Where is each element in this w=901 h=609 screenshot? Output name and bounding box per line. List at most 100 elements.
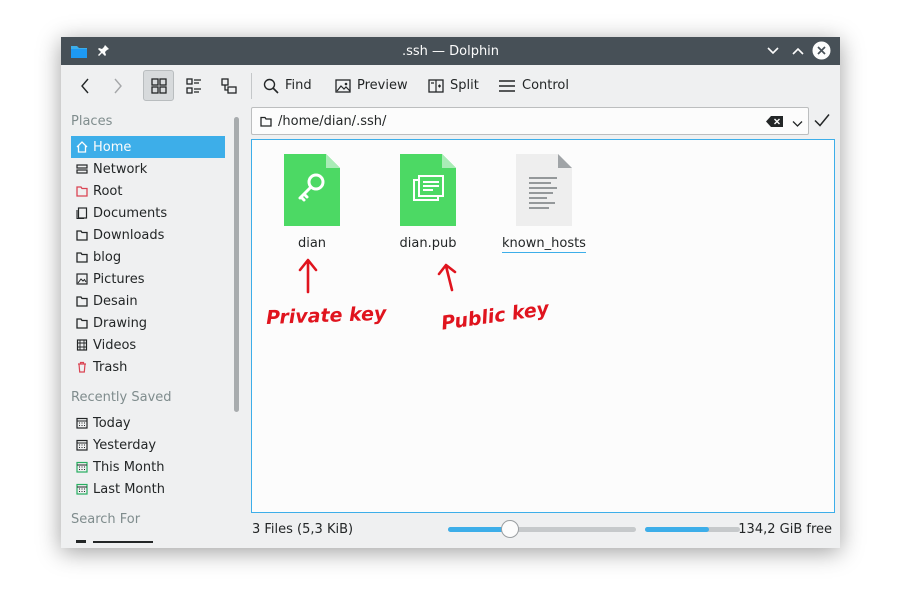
public-key-annotation: Public key (437, 263, 552, 335)
place-downloads[interactable]: Downloads (71, 224, 225, 246)
confirm-checkmark-icon[interactable] (814, 113, 830, 131)
details-view-button[interactable] (213, 70, 244, 101)
find-label: Find (285, 78, 312, 93)
control-menu-button[interactable]: Control (498, 70, 569, 101)
place-label: Home (93, 139, 132, 155)
file-item-known-hosts[interactable]: known_hosts (494, 154, 594, 253)
minimize-chevron-icon[interactable] (766, 45, 780, 61)
place-label: Pictures (93, 271, 145, 287)
place-trash[interactable]: Trash (71, 356, 225, 378)
toolbar-separator (251, 73, 252, 99)
file-name: known_hosts (502, 236, 586, 253)
split-label: Split (450, 78, 479, 93)
find-button[interactable]: Find (263, 70, 312, 101)
calendar-icon (76, 461, 88, 474)
places-header: Places (71, 114, 113, 129)
image-preview-icon (335, 78, 351, 93)
clipped-search-item (76, 539, 156, 543)
recent-today[interactable]: Today (71, 412, 225, 434)
place-label: Trash (93, 359, 128, 375)
arrow-right-icon (114, 78, 122, 93)
network-icon (76, 163, 88, 176)
hamburger-menu-icon (499, 79, 515, 92)
recently-saved-header: Recently Saved (71, 390, 172, 405)
place-videos[interactable]: Videos (71, 334, 225, 356)
location-bar[interactable]: /home/dian/.ssh/ (251, 107, 809, 135)
close-icon[interactable] (812, 41, 831, 64)
search-icon (263, 78, 279, 94)
place-pictures[interactable]: Pictures (71, 268, 225, 290)
free-space-text: 134,2 GiB free (738, 522, 832, 537)
zoom-slider[interactable] (448, 520, 636, 538)
place-label: Root (93, 183, 123, 199)
annotation-arrow-public (437, 263, 457, 292)
annotation-text-private: Private key (266, 303, 389, 329)
recent-this-month[interactable]: This Month (71, 456, 225, 478)
place-network[interactable]: Network (71, 158, 225, 180)
search-for-header: Search For (71, 512, 141, 527)
recent-last-month[interactable]: Last Month (71, 478, 225, 500)
file-item-dian-pub[interactable]: dian.pub (378, 154, 478, 251)
recent-label: Yesterday (93, 437, 157, 453)
split-button[interactable]: Split (428, 70, 479, 101)
recent-label: Today (93, 415, 131, 431)
place-root[interactable]: Root (71, 180, 225, 202)
status-bar: 3 Files (5,3 KiB) 134,2 GiB free (251, 517, 835, 543)
disk-space-used-fill (645, 527, 709, 532)
zoom-slider-handle[interactable] (501, 520, 520, 538)
text-file-icon (516, 154, 572, 226)
annotation-text-public: Public key (440, 298, 552, 335)
preview-label: Preview (357, 78, 408, 93)
place-label: blog (93, 249, 122, 265)
forward-button[interactable] (109, 70, 127, 101)
location-path-input[interactable]: /home/dian/.ssh/ (278, 114, 386, 129)
control-label: Control (522, 78, 569, 93)
back-button[interactable] (76, 70, 94, 101)
place-label: Downloads (93, 227, 165, 243)
file-name: dian.pub (399, 236, 457, 251)
folder-icon (76, 251, 88, 264)
preview-button[interactable]: Preview (335, 70, 408, 101)
private-key-annotation: Private key (266, 258, 389, 329)
clear-text-icon[interactable] (766, 115, 784, 132)
main-toolbar: Find Preview Split Control (61, 65, 840, 107)
pictures-icon (76, 273, 88, 286)
downloads-folder-icon (76, 229, 88, 242)
file-count-text: 3 Files (5,3 KiB) (252, 522, 354, 537)
videos-icon (76, 339, 88, 352)
place-drawing[interactable]: Drawing (71, 312, 225, 334)
annotation-arrow-private (298, 258, 318, 294)
window-title: .ssh — Dolphin (401, 44, 500, 59)
calendar-icon (76, 439, 88, 452)
place-home[interactable]: Home (71, 136, 225, 158)
recent-label: Last Month (93, 481, 165, 497)
recent-yesterday[interactable]: Yesterday (71, 434, 225, 456)
home-icon (76, 141, 88, 154)
public-key-file-icon (400, 154, 456, 226)
documents-icon (76, 207, 88, 220)
recent-label: This Month (93, 459, 165, 475)
places-panel: Places Home Network Root Documents Downl… (61, 109, 241, 548)
calendar-icon (76, 483, 88, 496)
private-key-file-icon (284, 154, 340, 226)
place-documents[interactable]: Documents (71, 202, 225, 224)
root-folder-icon (76, 185, 88, 198)
place-label: Documents (93, 205, 168, 221)
place-blog[interactable]: blog (71, 246, 225, 268)
place-label: Network (93, 161, 148, 177)
split-view-icon (428, 78, 444, 93)
maximize-chevron-icon[interactable] (791, 45, 805, 61)
folder-icon (76, 317, 88, 330)
folder-icon (260, 116, 272, 131)
icons-view-button[interactable] (143, 70, 174, 101)
icons-view-icon (150, 77, 167, 94)
sidebar-scrollbar-thumb[interactable] (234, 117, 239, 412)
chevron-down-icon[interactable] (792, 117, 803, 132)
compact-view-button[interactable] (178, 70, 209, 101)
place-desain[interactable]: Desain (71, 290, 225, 312)
place-label: Drawing (93, 315, 148, 331)
file-item-dian[interactable]: dian (262, 154, 362, 251)
title-bar[interactable]: .ssh — Dolphin (61, 37, 840, 65)
place-label: Desain (93, 293, 138, 309)
details-view-icon (220, 77, 237, 94)
